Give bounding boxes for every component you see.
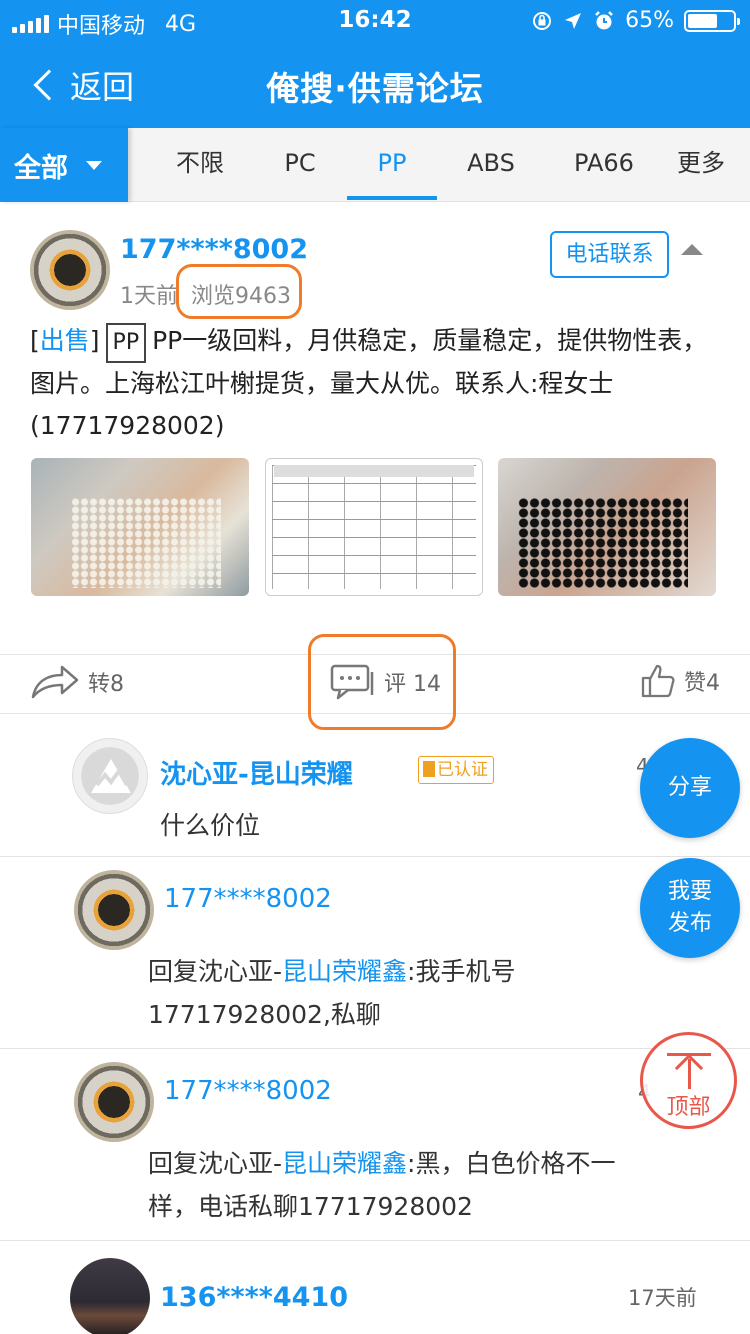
divider (0, 1048, 750, 1049)
reply-avatar[interactable] (74, 1062, 154, 1142)
share-button[interactable]: 分享 (640, 738, 740, 838)
all-category-dropdown[interactable]: 全部 (0, 128, 128, 202)
divider (0, 856, 750, 857)
battery-icon (684, 9, 740, 32)
collapse-icon[interactable] (681, 244, 703, 255)
commenter-avatar[interactable] (72, 738, 148, 814)
reply-text: 回复沈心亚-昆山荣耀鑫:我手机号 17717928002,私聊 (148, 957, 516, 1029)
status-right: 65% (531, 8, 740, 33)
thumbs-up-icon (641, 664, 675, 698)
reply-text: 回复沈心亚-昆山荣耀鑫:黑，白色价格不一 样，电话私聊17717928002 (148, 1149, 616, 1221)
reply-target-link[interactable]: 昆山荣耀鑫 (282, 1149, 407, 1178)
default-avatar-icon (91, 759, 131, 793)
forward-count: 转8 (88, 672, 124, 697)
poster-avatar[interactable] (70, 1258, 150, 1334)
scroll-to-top-label: 顶部 (666, 1095, 711, 1120)
alarm-icon (595, 10, 613, 29)
reply-user-name[interactable]: 177****8002 (164, 1076, 332, 1106)
like-count: 赞4 (684, 671, 720, 696)
comment-text: 什么价位 (160, 811, 261, 840)
post-photo-black-pellets[interactable] (498, 458, 716, 596)
tab-any[interactable]: 不限 (158, 128, 242, 202)
post-photo-white-pellets[interactable] (31, 458, 249, 596)
phone-contact-button[interactable]: 电话联系 (550, 231, 669, 278)
post-body: [出售] PP PP一级回料，月供稳定，质量稳定，提供物性表，图片。上海松江叶榭提货… (30, 320, 720, 447)
caret-down-icon (86, 160, 102, 170)
reply-target-link[interactable]: 昆山荣耀鑫 (282, 957, 407, 986)
commenter-name[interactable]: 沈心亚-昆山荣耀 (160, 754, 353, 791)
tab-abs[interactable]: ABS (449, 128, 533, 202)
category-tab-bar: 全部 不限 PC PP ABS PA66 更多 (0, 128, 750, 202)
location-icon (565, 12, 582, 29)
status-bar: 中国移动 4G 16:42 65% (0, 0, 750, 40)
material-tag: PP (105, 323, 147, 363)
divider (0, 1240, 750, 1241)
all-category-label: 全部 (14, 152, 68, 184)
comments-highlight (308, 634, 456, 730)
poster-name[interactable]: 136****4410 (160, 1282, 348, 1313)
reply-avatar[interactable] (74, 870, 154, 950)
forward-icon (31, 665, 79, 699)
tab-more[interactable]: 更多 (668, 128, 734, 202)
battery-percent: 65% (625, 8, 674, 33)
top-header: 中国移动 4G 16:42 65% 返回 俺搜·供需论坛 (0, 0, 750, 128)
poster-avatar[interactable] (30, 230, 110, 310)
poster-name[interactable]: 177****8002 (120, 234, 308, 265)
post-time: 1天前 (120, 284, 178, 309)
nav-bar: 返回 俺搜·供需论坛 (0, 40, 750, 128)
post-date: 17天前 (628, 1286, 697, 1310)
page-title: 俺搜·供需论坛 (266, 69, 484, 108)
like-button[interactable]: 赞4 (640, 663, 720, 699)
sale-tag[interactable]: 出售 (40, 326, 90, 355)
post-photo-datasheet[interactable] (265, 458, 483, 596)
orientation-lock-icon (533, 11, 552, 30)
verified-badge: 已认证 (418, 756, 494, 784)
views-highlight (176, 264, 302, 319)
forward-button[interactable]: 转8 (30, 663, 124, 701)
publish-button[interactable]: 我要 发布 (640, 858, 740, 958)
scroll-to-top-button[interactable]: 顶部 (640, 1032, 737, 1129)
reply-user-name[interactable]: 177****8002 (164, 884, 332, 914)
tab-pc[interactable]: PC (258, 128, 342, 202)
tab-pa66[interactable]: PA66 (558, 128, 650, 202)
tab-pp[interactable]: PP (347, 128, 437, 202)
